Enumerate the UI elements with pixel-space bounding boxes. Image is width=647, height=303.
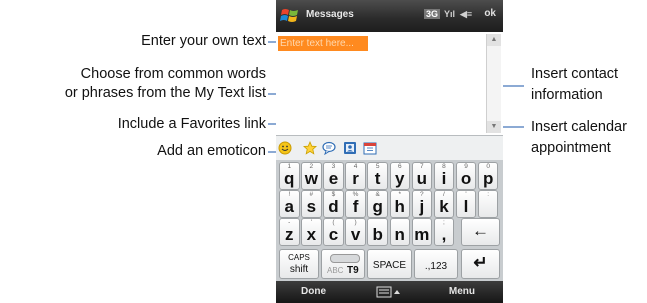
key-main-label: b <box>372 225 383 244</box>
key-i[interactable]: 8i <box>433 162 455 190</box>
key-,[interactable]: ;, <box>433 218 455 246</box>
key-main-label: d <box>328 197 339 216</box>
key-main-label: f <box>352 197 359 216</box>
key-q[interactable]: 1q <box>279 162 300 190</box>
key-h[interactable]: * h <box>389 190 410 218</box>
space-key[interactable]: SPACE <box>367 249 412 279</box>
key-main-label: n <box>394 225 405 244</box>
key-main-label: o <box>460 169 472 188</box>
message-text-field[interactable]: Enter text here... <box>278 36 368 51</box>
key-main-label: m <box>414 225 430 244</box>
scroll-up-icon[interactable]: ▲ <box>487 34 501 46</box>
key-c[interactable]: (c <box>323 218 344 246</box>
key-m[interactable]: m <box>411 218 433 246</box>
key-n[interactable]: n <box>389 218 410 246</box>
key-s[interactable]: # s <box>301 190 322 218</box>
key-main-label: g <box>372 197 383 216</box>
key-main-label: t <box>374 169 381 188</box>
key-k[interactable]: / k <box>433 190 455 218</box>
key-e[interactable]: 3e <box>323 162 344 190</box>
key-alt-label: : <box>487 191 490 198</box>
key-main-label: u <box>416 169 428 188</box>
t9-label: T9 <box>347 265 359 276</box>
shift-label: shift <box>289 264 309 275</box>
key-main-label: h <box>394 197 405 216</box>
keyboard-icon[interactable] <box>376 286 400 298</box>
key-u[interactable]: 7u <box>411 162 433 190</box>
favorites-star-icon[interactable] <box>303 141 317 155</box>
done-softkey[interactable]: Done <box>301 286 326 297</box>
signal-icon: Yıl <box>444 9 456 19</box>
key-o[interactable]: 9o <box>455 162 477 190</box>
key-l[interactable]: ' l <box>455 190 477 218</box>
key-main-label: y <box>395 169 405 188</box>
key-w[interactable]: 2w <box>301 162 322 190</box>
key-main-label: j <box>419 197 425 216</box>
key-main-label: c <box>328 225 339 244</box>
ok-button[interactable]: ok <box>484 8 496 19</box>
title-bar: Messages 3G Yıl ◀≡ ok <box>276 0 503 32</box>
key-main-label: a <box>284 197 294 216</box>
key-p[interactable]: 0p <box>477 162 499 190</box>
windows-logo-icon[interactable] <box>280 6 300 26</box>
key-f[interactable]: % f <box>345 190 366 218</box>
key-main-label: r <box>352 169 359 188</box>
key-b[interactable]: b <box>367 218 388 246</box>
key-g[interactable]: & g <box>367 190 388 218</box>
key-main-label: i <box>441 169 447 188</box>
volume-icon[interactable]: ◀≡ <box>460 9 472 20</box>
key-main-label: l <box>463 197 469 216</box>
enter-key[interactable]: ↵ <box>461 249 500 279</box>
key-a[interactable]: ! a <box>279 190 300 218</box>
app-title: Messages <box>306 9 354 20</box>
insert-toolbar <box>276 135 503 161</box>
my-text-icon[interactable] <box>322 141 336 155</box>
phone-screen: Messages 3G Yıl ◀≡ ok Enter text here...… <box>276 0 503 303</box>
key-x[interactable]: ' x <box>301 218 322 246</box>
key-r[interactable]: 4r <box>345 162 366 190</box>
t9-toggle-key[interactable]: ABC T9 <box>321 249 365 279</box>
calendar-icon[interactable] <box>363 141 377 155</box>
key-main-label: w <box>304 169 318 188</box>
key-v[interactable]: ) v <box>345 218 366 246</box>
message-compose-area[interactable]: Enter text here... ▲ ▼ <box>276 32 503 135</box>
on-screen-keyboard: 1q2w3e4r5t6y7u8i9o0p ! a # s $ d% f & g * h? j / k ' l:… <box>276 160 503 281</box>
key-t[interactable]: 5t <box>367 162 388 190</box>
caps-shift-key[interactable]: CAPS shift <box>279 249 319 279</box>
softkey-bar: Done Menu <box>276 281 503 303</box>
key-main-label: x <box>306 225 317 244</box>
key-main-label: p <box>482 169 494 188</box>
backspace-key[interactable]: ← <box>461 218 500 246</box>
t9-switch-icon <box>330 254 360 263</box>
key-z[interactable]: -z <box>279 218 300 246</box>
scroll-down-icon[interactable]: ▼ <box>487 121 501 133</box>
caps-label: CAPS <box>288 253 310 262</box>
key-main-label: s <box>306 197 317 216</box>
key-:[interactable]: : <box>477 190 499 218</box>
numbers-key[interactable]: .,123 <box>414 249 458 279</box>
key-main-label: e <box>328 169 339 188</box>
key-main-label: v <box>350 225 361 244</box>
key-main-label: k <box>439 197 449 216</box>
abc-label: ABC <box>327 266 344 275</box>
contact-icon[interactable] <box>343 141 357 155</box>
key-d[interactable]: $ d <box>323 190 344 218</box>
compose-scrollbar[interactable]: ▲ ▼ <box>486 34 501 133</box>
key-main-label: z <box>285 225 294 244</box>
emoticon-icon[interactable] <box>278 141 292 155</box>
key-main-label: q <box>284 169 295 188</box>
key-main-label: , <box>441 225 447 244</box>
menu-softkey[interactable]: Menu <box>449 286 475 297</box>
key-j[interactable]: ? j <box>411 190 433 218</box>
network-3g-icon: 3G <box>424 9 441 19</box>
key-y[interactable]: 6y <box>389 162 410 190</box>
